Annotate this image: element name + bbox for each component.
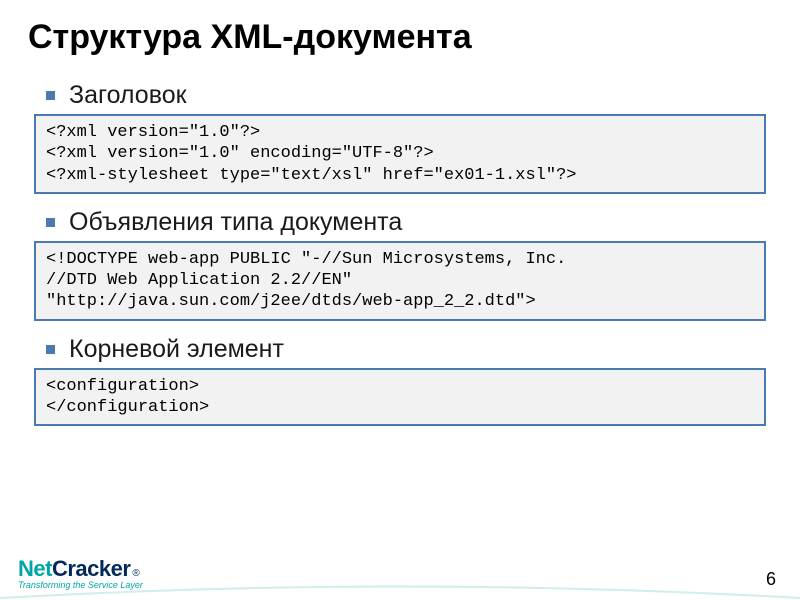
section-root: Корневой элемент <configuration> </confi… — [28, 335, 772, 427]
code-box-header: <?xml version="1.0"?> <?xml version="1.0… — [34, 114, 766, 194]
bullet-icon — [46, 91, 55, 100]
bullet-row: Корневой элемент — [46, 335, 772, 364]
logo-cracker-text: Cracker — [52, 556, 130, 582]
logo: NetCracker® Transforming the Service Lay… — [18, 556, 143, 590]
section-doctype: Объявления типа документа <!DOCTYPE web-… — [28, 208, 772, 321]
footer: NetCracker® Transforming the Service Lay… — [18, 556, 776, 590]
section-label: Заголовок — [69, 81, 187, 110]
bullet-row: Объявления типа документа — [46, 208, 772, 237]
slide: Структура XML-документа Заголовок <?xml … — [0, 0, 800, 600]
section-header: Заголовок <?xml version="1.0"?> <?xml ve… — [28, 81, 772, 194]
logo-reg-mark: ® — [132, 568, 139, 579]
page-number: 6 — [766, 569, 776, 590]
logo-main: NetCracker® — [18, 556, 143, 582]
code-box-doctype: <!DOCTYPE web-app PUBLIC "-//Sun Microsy… — [34, 241, 766, 321]
section-label: Объявления типа документа — [69, 208, 402, 237]
logo-net-text: Net — [18, 556, 52, 582]
code-box-root: <configuration> </configuration> — [34, 368, 766, 427]
bullet-row: Заголовок — [46, 81, 772, 110]
slide-title: Структура XML-документа — [28, 18, 772, 57]
section-label: Корневой элемент — [69, 335, 284, 364]
bullet-icon — [46, 218, 55, 227]
logo-tagline: Transforming the Service Layer — [18, 580, 143, 590]
bullet-icon — [46, 345, 55, 354]
